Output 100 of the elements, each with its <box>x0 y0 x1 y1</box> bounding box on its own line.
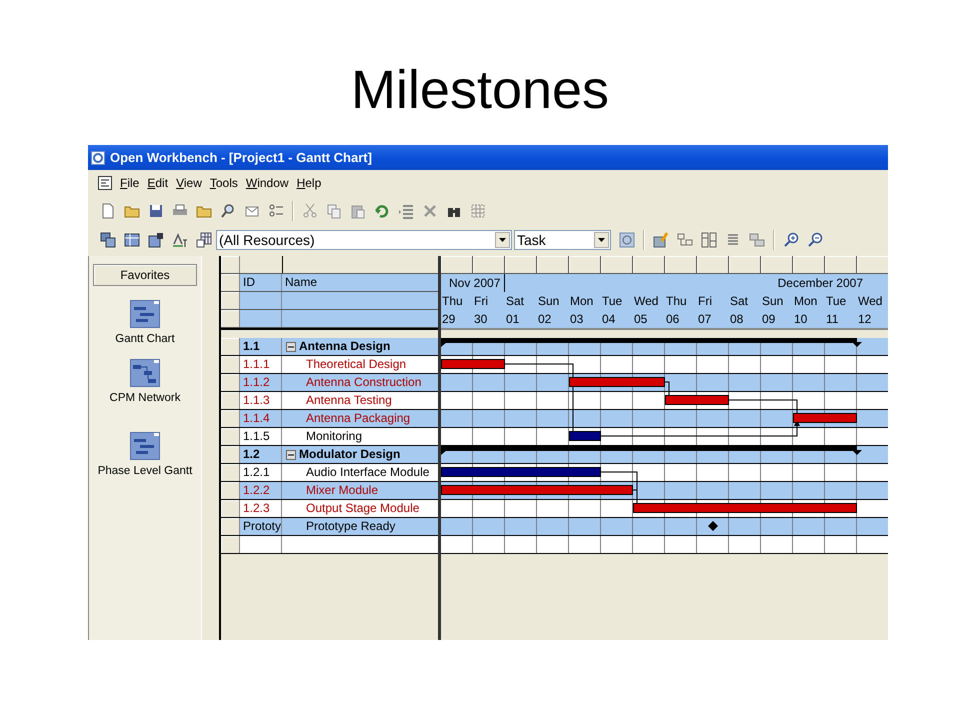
menu-item[interactable]: Tools <box>210 176 238 190</box>
copy-icon[interactable] <box>326 202 342 218</box>
task-bar[interactable] <box>441 359 505 369</box>
row-header[interactable] <box>221 374 240 391</box>
chart-edit-icon[interactable] <box>653 232 669 248</box>
cut-icon[interactable] <box>302 202 318 218</box>
row-header[interactable] <box>221 356 240 373</box>
undo-icon[interactable] <box>374 202 390 218</box>
timescale-button[interactable] <box>761 256 793 274</box>
collapse-icon[interactable] <box>286 342 296 352</box>
timescale-button[interactable] <box>505 256 537 274</box>
find-icon[interactable] <box>220 202 236 218</box>
row-header[interactable] <box>221 482 240 499</box>
favorites-button[interactable]: Favorites <box>93 264 197 286</box>
column-header[interactable]: ID <box>240 274 282 291</box>
milestone-diamond[interactable] <box>708 521 718 531</box>
delete-icon[interactable] <box>422 202 438 218</box>
task-bar[interactable] <box>441 485 633 495</box>
split-icon[interactable] <box>701 232 717 248</box>
timescale-button[interactable] <box>793 256 825 274</box>
list-icon[interactable] <box>268 202 284 218</box>
row-header[interactable] <box>221 338 240 355</box>
row-header <box>221 292 240 309</box>
tree-icon[interactable] <box>677 232 693 248</box>
resource-filter-dropdown[interactable]: (All Resources) <box>216 230 512 250</box>
row-header[interactable] <box>221 518 240 535</box>
row-header[interactable] <box>221 410 240 427</box>
row-header[interactable] <box>221 446 240 463</box>
timescale-button[interactable] <box>441 256 473 274</box>
grid-icon[interactable] <box>470 202 486 218</box>
task-id-cell: 1.1.4 <box>240 410 282 427</box>
timescale-button[interactable] <box>857 256 888 274</box>
timescale-button[interactable] <box>729 256 761 274</box>
row-header[interactable] <box>221 500 240 517</box>
task-name: Antenna Testing <box>306 392 392 409</box>
view-shortcut-label[interactable]: Gantt Chart <box>115 333 175 345</box>
indent-icon[interactable] <box>398 202 414 218</box>
weekday-label: Wed <box>857 293 884 310</box>
menu-item[interactable]: Window <box>246 176 289 190</box>
month-label: December 2007 <box>776 275 864 292</box>
collapse-icon[interactable] <box>286 450 296 460</box>
gantt-chart-icon[interactable] <box>130 300 160 328</box>
task-bar[interactable] <box>665 395 729 405</box>
menu-item[interactable]: File <box>120 176 140 190</box>
timescale-button[interactable] <box>633 256 665 274</box>
table-icon[interactable] <box>124 232 140 248</box>
task-id-cell: 1.2.3 <box>240 500 282 517</box>
task-bar[interactable] <box>633 503 857 513</box>
gantt-chart-icon[interactable] <box>130 432 160 460</box>
calendar-table-icon[interactable] <box>196 232 212 248</box>
summary-task-name: Modulator Design <box>299 446 400 463</box>
menu-item[interactable]: Help <box>296 176 322 190</box>
summary-bar[interactable] <box>441 338 862 347</box>
windows-icon[interactable] <box>100 232 116 248</box>
view-shortcut-label[interactable]: Phase Level Gantt <box>98 465 192 477</box>
task-id-cell: 1.1.5 <box>240 428 282 445</box>
task-name: Antenna Construction <box>306 374 422 391</box>
task-bar[interactable] <box>569 377 665 387</box>
align-icon[interactable] <box>725 232 741 248</box>
task-bar[interactable] <box>793 413 857 423</box>
refresh-icon[interactable] <box>619 232 635 248</box>
summary-bar[interactable] <box>441 446 862 455</box>
view-shortcut-label[interactable]: CPM Network <box>110 392 180 404</box>
row-header[interactable] <box>221 428 240 445</box>
day-label: 06 <box>665 311 680 328</box>
zoom-out-icon[interactable] <box>807 232 823 248</box>
task-id-cell: 1.1.2 <box>240 374 282 391</box>
weekday-label: Mon <box>793 293 818 310</box>
day-label: 05 <box>633 311 648 328</box>
save-icon[interactable] <box>148 202 164 218</box>
menu-item[interactable]: Edit <box>147 176 168 190</box>
row-header[interactable] <box>221 536 240 553</box>
zoom-in-icon[interactable] <box>783 232 799 248</box>
menu-item[interactable]: View <box>176 176 202 190</box>
window-title: Open Workbench - [Project1 - Gantt Chart] <box>110 150 372 165</box>
view-filter-dropdown[interactable]: Task <box>514 230 611 250</box>
new-document-icon[interactable] <box>100 202 116 218</box>
text-format-icon[interactable] <box>172 232 188 248</box>
slide-title: Milestones <box>350 59 610 122</box>
task-id-cell: 1.2.2 <box>240 482 282 499</box>
timescale-button[interactable] <box>473 256 505 274</box>
timescale-button[interactable] <box>569 256 601 274</box>
row-header[interactable] <box>221 392 240 409</box>
row-header <box>221 310 240 327</box>
table-save-icon[interactable] <box>148 232 164 248</box>
paste-icon[interactable] <box>350 202 366 218</box>
timescale-button[interactable] <box>665 256 697 274</box>
weekday-label: Thu <box>441 293 464 310</box>
day-label: 07 <box>697 311 712 328</box>
stacked-icon[interactable] <box>749 232 765 248</box>
weekday-label: Tue <box>601 293 624 310</box>
document-menu-icon[interactable] <box>98 176 112 190</box>
timescale-button[interactable] <box>601 256 633 274</box>
timescale-button[interactable] <box>825 256 857 274</box>
row-header[interactable] <box>221 464 240 481</box>
timescale-button[interactable] <box>697 256 729 274</box>
timescale-button[interactable] <box>537 256 569 274</box>
day-label: 03 <box>569 311 584 328</box>
weekday-label: Wed <box>633 293 660 310</box>
network-chart-icon[interactable] <box>130 359 160 387</box>
